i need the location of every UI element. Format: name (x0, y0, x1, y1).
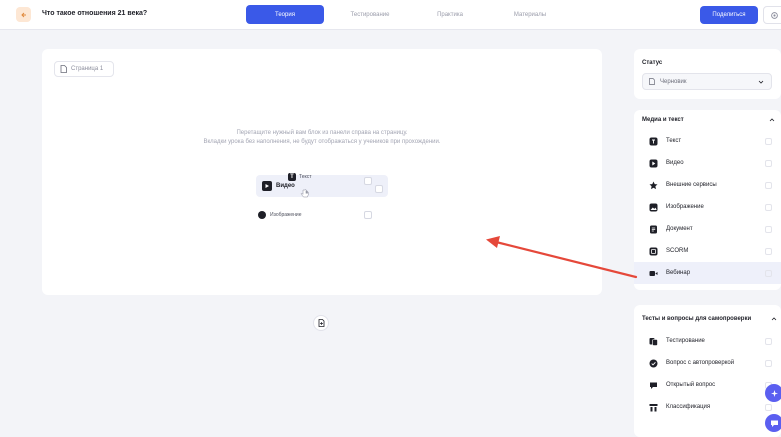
media-item-label: Видео (666, 160, 684, 166)
media-panel-title: Медиа и текст (642, 117, 684, 123)
drop-item-label: Видео (276, 183, 295, 189)
drag-ghost-label: Текст (299, 174, 312, 180)
lesson-canvas[interactable]: Страница 1 Перетащите нужный вам блок из… (42, 49, 602, 295)
document-icon (649, 225, 658, 234)
media-item-label: Текст (666, 138, 682, 144)
assistant-button[interactable] (765, 384, 781, 402)
course-title: Что такое отношения 21 века? (42, 10, 148, 17)
tests-item-label: Открытый вопрос (666, 382, 716, 388)
auto-check-icon (649, 359, 658, 368)
hand-cursor-icon (300, 189, 309, 198)
external-services-icon (649, 181, 658, 190)
add-page-button[interactable] (313, 315, 329, 331)
canvas-hint: Перетащите нужный вам блок из панели спр… (42, 129, 602, 147)
drag-handle[interactable] (765, 403, 772, 411)
drop-item-video[interactable]: Видео (262, 181, 295, 191)
tab-theory[interactable]: Теория (246, 5, 324, 24)
video-icon (262, 181, 272, 191)
gear-icon (770, 11, 778, 19)
drag-handle[interactable] (765, 269, 772, 277)
media-item-video[interactable]: Видео (634, 152, 781, 174)
tests-item-label: Тестирование (666, 338, 705, 344)
text-icon (649, 137, 658, 146)
media-list: Текст Видео Внешние сервисы Изображение … (634, 130, 781, 284)
media-item-external-services[interactable]: Внешние сервисы (634, 174, 781, 196)
webinar-icon (649, 269, 658, 278)
image-item[interactable]: Изображение (258, 211, 302, 219)
status-panel: Статус Черновик (634, 49, 781, 99)
status-select[interactable]: Черновик (642, 73, 772, 90)
tests-item-auto-check[interactable]: Вопрос с автопроверкой (634, 352, 781, 374)
draft-icon (649, 78, 655, 85)
tests-item-testing[interactable]: Тестирование (634, 330, 781, 352)
page-icon (60, 65, 67, 73)
image-icon (649, 203, 658, 212)
settings-button[interactable] (763, 6, 781, 24)
drop-handle[interactable] (375, 185, 383, 193)
tabs: Теория Тестирование Практика Материалы (246, 5, 570, 24)
chat-button[interactable] (765, 414, 781, 432)
drag-handle[interactable] (765, 337, 772, 345)
media-item-label: SCORM (666, 248, 689, 254)
tab-materials[interactable]: Материалы (490, 5, 570, 24)
video-icon (649, 159, 658, 168)
tests-item-label: Вопрос с автопроверкой (666, 360, 735, 366)
drag-handle[interactable] (765, 203, 772, 211)
tab-practice[interactable]: Практика (410, 5, 490, 24)
drag-handle[interactable] (765, 137, 772, 145)
drop-handle-top (364, 177, 372, 185)
tests-panel: Тесты и вопросы для самопроверки Тестиро… (634, 305, 781, 437)
media-item-label: Документ (666, 226, 693, 232)
testing-icon (649, 337, 658, 346)
tests-item-classification[interactable]: Классификация (634, 396, 781, 418)
drag-handle[interactable] (765, 225, 772, 233)
chevron-down-icon (758, 80, 764, 84)
media-item-text[interactable]: Текст (634, 130, 781, 152)
media-item-document[interactable]: Документ (634, 218, 781, 240)
drag-handle[interactable] (765, 359, 772, 367)
image-item-handle[interactable] (364, 211, 372, 219)
image-icon (258, 211, 266, 219)
sparkle-icon (770, 389, 778, 397)
chat-icon (770, 420, 778, 427)
canvas-hint-line-1: Перетащите нужный вам блок из панели спр… (236, 130, 408, 136)
status-value: Черновик (660, 78, 687, 85)
top-bar: Что такое отношения 21 века? Теория Тест… (0, 0, 781, 30)
arrow-left-icon (20, 12, 26, 17)
media-item-label: Изображение (666, 204, 704, 210)
add-page-icon (318, 319, 324, 327)
media-item-scorm[interactable]: SCORM (634, 240, 781, 262)
media-item-image[interactable]: Изображение (634, 196, 781, 218)
text-icon: T (288, 173, 296, 181)
media-item-label: Внешние сервисы (666, 182, 717, 188)
image-item-label: Изображение (270, 212, 302, 218)
canvas-hint-line-2: Вкладки урока без наполнения, не будут о… (203, 139, 441, 145)
tests-item-label: Классификация (666, 404, 711, 410)
classification-icon (649, 403, 658, 412)
drag-ghost-text: T Текст (288, 173, 312, 181)
page-chip[interactable]: Страница 1 (54, 61, 114, 77)
scorm-icon (649, 247, 658, 256)
chevron-up-icon[interactable] (769, 117, 775, 123)
open-question-icon (649, 381, 658, 390)
tests-list: Тестирование Вопрос с автопроверкой Откр… (634, 330, 781, 418)
drag-handle[interactable] (765, 181, 772, 189)
tests-item-open-question[interactable]: Открытый вопрос (634, 374, 781, 396)
status-title: Статус (642, 60, 663, 66)
drag-handle[interactable] (765, 159, 772, 167)
tab-testing[interactable]: Тестирование (330, 5, 410, 24)
media-item-label: Вебинар (666, 270, 691, 276)
back-button[interactable] (16, 7, 31, 22)
chevron-up-icon[interactable] (771, 316, 777, 322)
media-item-webinar[interactable]: Вебинар (634, 262, 781, 284)
drag-handle[interactable] (765, 247, 772, 255)
page-chip-label: Страница 1 (71, 66, 104, 72)
media-panel: Медиа и текст Текст Видео Внешние сервис… (634, 110, 781, 290)
publish-button[interactable]: Поделиться (700, 6, 758, 24)
tests-panel-title: Тесты и вопросы для самопроверки (642, 316, 752, 322)
